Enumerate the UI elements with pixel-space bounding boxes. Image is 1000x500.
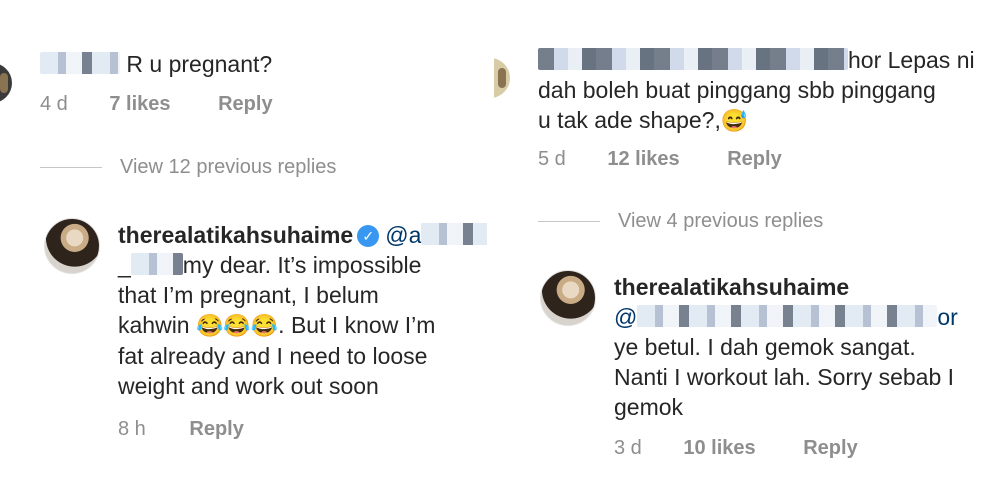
- verified-badge-icon: ✓: [357, 225, 380, 247]
- commenter-avatar[interactable]: [0, 63, 12, 103]
- comment-line-3: u tak ade shape?,: [538, 107, 721, 133]
- view-replies-label: View 12 previous replies: [120, 156, 337, 178]
- comment-body: hor Lepas ni dah boleh buat pinggang sbb…: [538, 45, 998, 136]
- right-comment-panel: hor Lepas ni dah boleh buat pinggang sbb…: [494, 0, 1000, 500]
- reply-meta: 3 d 10 likes Reply: [614, 437, 858, 460]
- blurred-mention: [421, 223, 487, 245]
- thread-line: [40, 167, 102, 169]
- reply-body: therealatikahsuhaime ✓ @a _ my dear. It’s i…: [118, 220, 487, 401]
- comment-meta: 5 d 12 likes Reply: [538, 148, 782, 171]
- comment-body: zura_ok R u pregnant?: [40, 49, 480, 79]
- mention-tail: _: [118, 252, 131, 278]
- comment-time: 5 d: [538, 148, 566, 170]
- reply-avatar[interactable]: [44, 218, 100, 274]
- reply-username[interactable]: therealatikahsuhaime: [118, 222, 353, 248]
- comment-time: 4 d: [40, 93, 68, 115]
- view-previous-replies-button[interactable]: View 4 previous replies: [538, 210, 823, 233]
- reply-line-3-suffix: . But I know I’m: [278, 312, 436, 338]
- reply-avatar[interactable]: [540, 270, 596, 326]
- reply-time: 8 h: [118, 418, 146, 440]
- blurred-mention: [637, 305, 938, 327]
- left-comment-panel: zura_ok R u pregnant? 4 d 7 likes Reply …: [0, 0, 487, 500]
- reply-reply-button[interactable]: Reply: [189, 418, 243, 441]
- reply-reply-button[interactable]: Reply: [803, 437, 857, 460]
- comment-line-1-tail: hor Lepas ni: [848, 47, 975, 73]
- reply-line-2: ye betul. I dah gemok sangat.: [614, 334, 916, 360]
- reply-line-4: fat already and I need to loose: [118, 343, 428, 369]
- comment-meta: 4 d 7 likes Reply: [40, 93, 273, 116]
- comment-line-2: dah boleh buat pinggang sbb pinggang: [538, 77, 936, 103]
- reply-button[interactable]: Reply: [727, 148, 781, 171]
- blurred-username-and-mention: [538, 48, 848, 70]
- reply-meta: 8 h Reply: [118, 418, 244, 441]
- commenter-avatar[interactable]: [494, 58, 510, 98]
- reply-username[interactable]: therealatikahsuhaime: [614, 272, 994, 302]
- reply-button[interactable]: Reply: [218, 93, 272, 116]
- reply-line-3: Nanti I workout lah. Sorry sebab I: [614, 364, 955, 390]
- panel-divider: [487, 0, 494, 500]
- reply-likes[interactable]: 10 likes: [683, 437, 755, 460]
- reply-line-2: that I’m pregnant, I belum: [118, 282, 379, 308]
- mention-link[interactable]: @: [614, 304, 637, 330]
- mention-link[interactable]: @a: [385, 222, 421, 248]
- comment-likes[interactable]: 7 likes: [109, 93, 170, 116]
- comment-text: R u pregnant?: [126, 51, 273, 77]
- view-previous-replies-button[interactable]: View 12 previous replies: [40, 156, 336, 179]
- sweat-smile-emoji-icon: 😅: [720, 108, 749, 133]
- comment-likes[interactable]: 12 likes: [607, 148, 679, 171]
- view-replies-label: View 4 previous replies: [618, 210, 824, 232]
- reply-line-5: weight and work out soon: [118, 373, 379, 399]
- thread-line: [538, 221, 600, 223]
- laughing-emoji-icon: 😂😂😂: [195, 313, 279, 338]
- reply-body: therealatikahsuhaime @ or ye betul. I dah…: [614, 272, 994, 422]
- reply-line-1: my dear. It’s impossible: [182, 252, 422, 278]
- blurred-mention-tail: [130, 253, 183, 275]
- reply-line-3-prefix: kahwin: [118, 312, 196, 338]
- mention-tail: or: [937, 304, 958, 330]
- reply-line-4: gemok: [614, 394, 684, 420]
- blurred-username: [40, 52, 120, 74]
- reply-time: 3 d: [614, 437, 642, 459]
